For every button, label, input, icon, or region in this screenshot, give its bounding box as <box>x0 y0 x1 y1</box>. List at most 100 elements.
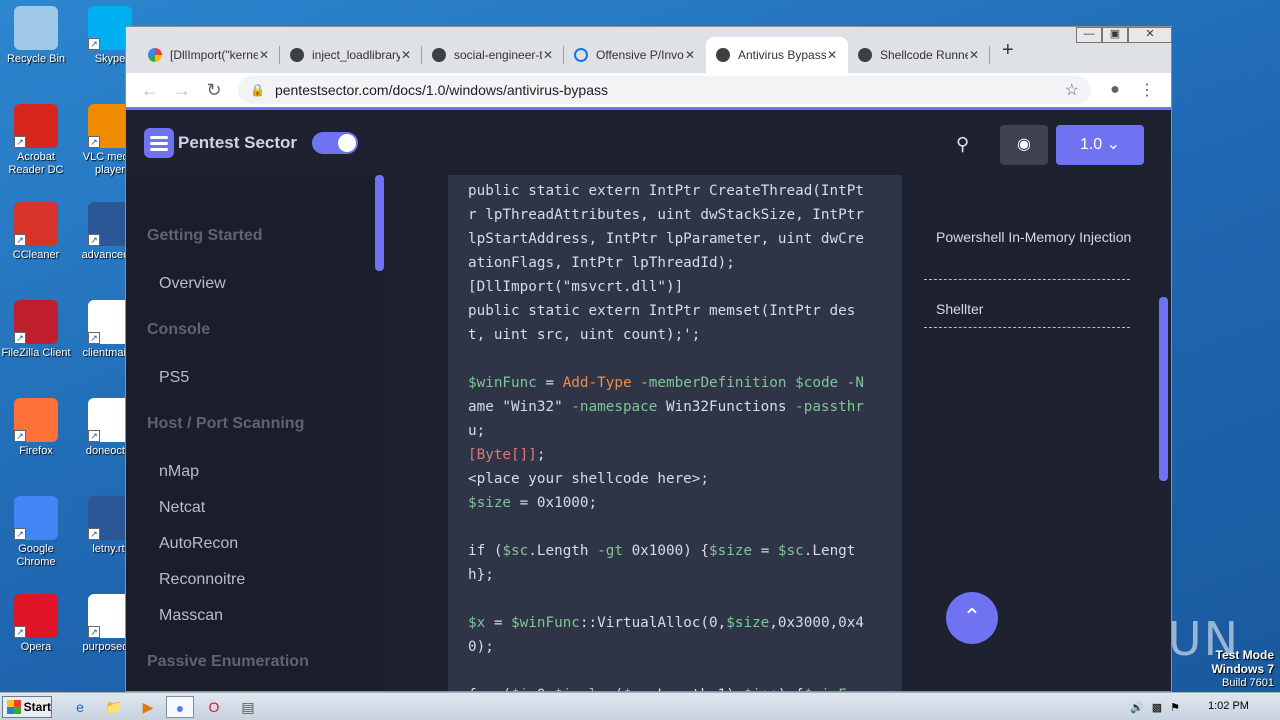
shortcut-arrow-icon: ↗ <box>88 626 100 638</box>
desktop-icon-label: Acrobat Reader DC <box>8 151 64 176</box>
shortcut-arrow-icon: ↗ <box>14 332 26 344</box>
reload-button[interactable]: ↻ <box>198 80 230 101</box>
toc-item-powershell-injection[interactable]: Powershell In-Memory Injection <box>936 225 1136 249</box>
system-tray: 🔊 ▩ ⚑ <box>1122 694 1190 720</box>
clock[interactable]: 1:02 PM <box>1208 700 1249 712</box>
url-text[interactable]: pentestsector.com/docs/1.0/windows/antiv… <box>275 82 1065 98</box>
code-line: r lpThreadAttributes, uint dwStackSize, … <box>468 207 864 223</box>
chrome-icon: ↗ <box>14 496 58 540</box>
sidebar-item[interactable]: PS5 <box>159 369 189 387</box>
close-tab-icon[interactable]: ✕ <box>826 48 838 62</box>
taskbar: Start e 📁 ▶ ● O ▤ 🔊 ▩ ⚑ 1:02 PM <box>0 692 1280 720</box>
loading-icon <box>574 48 588 62</box>
lock-icon[interactable]: 🔒 <box>250 83 265 97</box>
firefox-icon: ↗ <box>14 398 58 442</box>
desktop-icon[interactable]: ↗ FileZilla Client <box>0 300 72 360</box>
opera-taskbar-icon[interactable]: O <box>200 696 228 718</box>
globe-icon <box>716 48 730 62</box>
github-button[interactable]: ◉ <box>1000 125 1048 165</box>
code-line: ​ <box>468 587 882 611</box>
search-icon[interactable]: ⚲ <box>956 134 969 155</box>
close-tab-icon[interactable]: ✕ <box>542 48 554 62</box>
desktop-icon-label: Opera <box>20 641 52 653</box>
code-line: ​ <box>468 347 882 371</box>
desktop-icon[interactable]: ↗ Firefox <box>0 398 72 458</box>
toc-item-shellter[interactable]: Shellter <box>936 297 1136 321</box>
close-tab-icon[interactable]: ✕ <box>684 48 696 62</box>
build-line: Build 7601 <box>1222 677 1274 689</box>
scroll-to-top-button[interactable]: ⌃ <box>946 592 998 644</box>
back-button[interactable]: ← <box>134 80 166 101</box>
menu-kebab-icon[interactable]: ⋮ <box>1131 80 1163 100</box>
code-line: u; <box>468 423 486 439</box>
code-line: [Byte[]]; <box>468 447 546 463</box>
close-tab-icon[interactable]: ✕ <box>968 48 980 62</box>
maximize-button[interactable]: ▣ <box>1102 27 1128 43</box>
shortcut-arrow-icon: ↗ <box>88 430 100 442</box>
sidebar-item[interactable]: nMap <box>159 463 199 481</box>
tab-title: Antivirus Bypass <box>738 48 826 62</box>
browser-tab[interactable]: Offensive P/Invoke✕ <box>564 37 706 73</box>
github-icon <box>290 48 304 62</box>
notepad-taskbar-icon[interactable]: ▤ <box>234 696 262 718</box>
page-icon <box>858 48 872 62</box>
browser-tab[interactable]: Antivirus Bypass ✕ <box>706 37 848 73</box>
media-player-taskbar-icon[interactable]: ▶ <box>134 696 162 718</box>
filezilla-icon: ↗ <box>14 300 58 344</box>
sidebar-category: Passive Enumeration <box>147 653 309 670</box>
code-line: [DllImport("msvcrt.dll")] <box>468 279 684 295</box>
volume-icon[interactable]: 🔊 <box>1130 701 1144 714</box>
desktop-icon-label: Google Chrome <box>16 543 56 568</box>
website: Pentest Sector ⚲ ◉ 1.0 ⌄ Getting Started… <box>126 107 1171 691</box>
code-line: if ($sc.Length -gt 0x1000) {$size = $sc.… <box>468 543 856 559</box>
sidebar-category: Console <box>147 321 211 338</box>
desktop-icon-label: FileZilla Client <box>1 347 71 359</box>
tab-strip: [DllImport("kernel32.dll")]✕inject_loadl… <box>126 27 1172 73</box>
desktop-icon[interactable]: ↗ CCleaner <box>0 202 72 262</box>
desktop-icon[interactable]: ↗ Acrobat Reader DC <box>0 104 72 177</box>
sidebar-item[interactable]: Reconnoitre <box>159 571 245 589</box>
shortcut-arrow-icon: ↗ <box>88 234 100 246</box>
flag-icon[interactable]: ⚑ <box>1170 701 1180 714</box>
desktop-icon[interactable]: ↗ Google Chrome <box>0 496 72 569</box>
browser-tab[interactable]: social-engineer-toolkit✕ <box>422 37 564 73</box>
ie-taskbar-icon[interactable]: e <box>66 696 94 718</box>
browser-tab[interactable]: inject_loadlibrary ✕ <box>280 37 422 73</box>
new-tab-button[interactable]: + <box>1002 39 1014 62</box>
page-scrollbar[interactable] <box>1159 297 1168 481</box>
sidebar-item[interactable]: Overview <box>159 275 226 293</box>
test-mode-line: Test Mode <box>1215 648 1274 662</box>
desktop-icon[interactable]: Recycle Bin <box>0 6 72 66</box>
forward-button[interactable]: → <box>166 80 198 101</box>
code-line: 0); <box>468 639 494 655</box>
start-button[interactable]: Start <box>2 696 52 718</box>
chrome-taskbar-icon[interactable]: ● <box>166 696 194 718</box>
address-bar[interactable]: 🔒 pentestsector.com/docs/1.0/windows/ant… <box>238 76 1091 104</box>
close-window-button[interactable]: ✕ <box>1128 27 1172 43</box>
code-line: ​ <box>468 659 882 683</box>
explorer-taskbar-icon[interactable]: 📁 <box>100 696 128 718</box>
browser-tab[interactable]: [DllImport("kernel32.dll")]✕ <box>138 37 280 73</box>
profile-icon[interactable]: ● <box>1099 81 1131 99</box>
code-line: for ($i=0;$i -le ($sc.Length-1);$i++) {$… <box>468 683 882 691</box>
close-tab-icon[interactable]: ✕ <box>400 48 412 62</box>
desktop-icon-label: Firefox <box>19 445 53 457</box>
dark-mode-toggle[interactable] <box>312 132 358 154</box>
code-line: lpStartAddress, IntPtr lpParameter, uint… <box>468 231 864 247</box>
site-logo[interactable]: Pentest Sector <box>144 128 297 158</box>
browser-tab[interactable]: Shellcode Runner ✕ <box>848 37 990 73</box>
tab-title: [DllImport("kernel32.dll")] <box>170 48 258 62</box>
sidebar-item[interactable]: Masscan <box>159 607 223 625</box>
brand-name: Pentest Sector <box>178 133 298 152</box>
code-line: <place your shellcode here>; <box>468 471 710 487</box>
network-icon[interactable]: ▩ <box>1152 701 1162 714</box>
version-dropdown[interactable]: 1.0 ⌄ <box>1056 125 1144 165</box>
minimize-button[interactable]: — <box>1076 27 1102 43</box>
sidebar-scrollbar[interactable] <box>375 175 384 271</box>
close-tab-icon[interactable]: ✕ <box>258 48 270 62</box>
code-line: h}; <box>468 567 494 583</box>
sidebar-item[interactable]: AutoRecon <box>159 535 238 553</box>
desktop-icon[interactable]: ↗ Opera <box>0 594 72 654</box>
sidebar-item[interactable]: Netcat <box>159 499 205 517</box>
bookmark-star-icon[interactable]: ☆ <box>1065 80 1079 100</box>
